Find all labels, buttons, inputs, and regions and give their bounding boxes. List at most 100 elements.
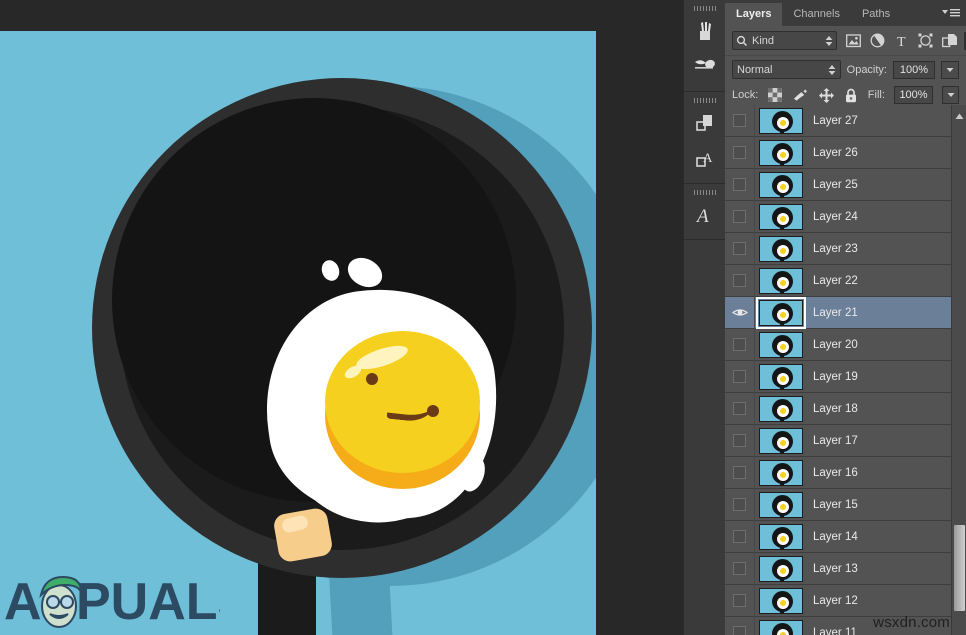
layer-row[interactable]: Layer 20: [725, 329, 966, 361]
dock-grip[interactable]: [684, 4, 725, 13]
filter-kind-select[interactable]: Kind: [732, 31, 837, 50]
layer-thumbnail-cell[interactable]: [755, 428, 807, 454]
layer-visibility-toggle[interactable]: [725, 393, 755, 425]
layer-name[interactable]: Layer 19: [807, 371, 858, 383]
layer-name[interactable]: Layer 22: [807, 275, 858, 287]
layer-thumbnail-cell[interactable]: [755, 620, 807, 635]
blend-mode-select[interactable]: Normal: [732, 60, 841, 79]
adjustment-filter-icon[interactable]: [869, 32, 886, 49]
layer-name[interactable]: Layer 27: [807, 115, 858, 127]
smart-object-filter-icon[interactable]: [941, 32, 958, 49]
layer-thumbnail[interactable]: [759, 364, 803, 390]
layer-row[interactable]: Layer 14: [725, 521, 966, 553]
dock-grip[interactable]: [684, 188, 725, 197]
tab-paths[interactable]: Paths: [851, 3, 901, 26]
layer-name[interactable]: Layer 24: [807, 211, 858, 223]
scroll-up-arrow-icon[interactable]: [955, 107, 964, 125]
layer-name[interactable]: Layer 21: [807, 307, 858, 319]
panel-menu-icon[interactable]: [939, 5, 961, 21]
layer-name[interactable]: Layer 18: [807, 403, 858, 415]
layer-thumbnail[interactable]: [759, 492, 803, 518]
layer-thumbnail-cell[interactable]: [755, 492, 807, 518]
layer-thumbnail[interactable]: [759, 236, 803, 262]
lock-transparent-pixels-icon[interactable]: [767, 87, 783, 104]
layer-thumbnail-cell[interactable]: [755, 300, 807, 326]
layer-name[interactable]: Layer 20: [807, 339, 858, 351]
layer-row[interactable]: Layer 18: [725, 393, 966, 425]
layer-row[interactable]: Layer 26: [725, 137, 966, 169]
layer-thumbnail-cell[interactable]: [755, 524, 807, 550]
shape-filter-icon[interactable]: [917, 32, 934, 49]
layer-row[interactable]: Layer 13: [725, 553, 966, 585]
tab-channels[interactable]: Channels: [782, 3, 850, 26]
layer-name[interactable]: Layer 13: [807, 563, 858, 575]
brush-panel-icon[interactable]: [684, 13, 726, 49]
type-filter-icon[interactable]: T: [893, 32, 910, 49]
layer-thumbnail[interactable]: [759, 396, 803, 422]
layer-row[interactable]: Layer 19: [725, 361, 966, 393]
layer-thumbnail[interactable]: [759, 428, 803, 454]
fill-input[interactable]: 100%: [894, 86, 933, 104]
scrollbar-thumb[interactable]: [954, 525, 965, 611]
layer-thumbnail[interactable]: [759, 460, 803, 486]
layer-thumbnail[interactable]: [759, 524, 803, 550]
layer-visibility-toggle[interactable]: [725, 137, 755, 169]
layer-thumbnail-cell[interactable]: [755, 364, 807, 390]
layer-thumbnail-cell[interactable]: [755, 332, 807, 358]
layer-visibility-toggle[interactable]: [725, 553, 755, 585]
layer-row[interactable]: Layer 23: [725, 233, 966, 265]
layer-thumbnail-cell[interactable]: [755, 172, 807, 198]
layer-visibility-toggle[interactable]: [725, 233, 755, 265]
layer-thumbnail[interactable]: [759, 140, 803, 166]
layer-thumbnail[interactable]: [759, 332, 803, 358]
layer-visibility-toggle[interactable]: [725, 489, 755, 521]
layer-thumbnail-cell[interactable]: [755, 268, 807, 294]
layer-thumbnail-cell[interactable]: [755, 108, 807, 134]
layer-thumbnail[interactable]: [759, 300, 803, 326]
layer-thumbnail[interactable]: [759, 204, 803, 230]
layer-name[interactable]: Layer 16: [807, 467, 858, 479]
layer-list-scrollbar[interactable]: [951, 105, 966, 635]
layer-visibility-toggle[interactable]: [725, 521, 755, 553]
layer-thumbnail-cell[interactable]: [755, 556, 807, 582]
fill-dropdown-button[interactable]: [942, 86, 959, 104]
layer-name[interactable]: Layer 25: [807, 179, 858, 191]
layer-row[interactable]: Layer 15: [725, 489, 966, 521]
layer-row[interactable]: Layer 25: [725, 169, 966, 201]
lock-all-icon[interactable]: [843, 87, 859, 104]
layer-thumbnail[interactable]: [759, 556, 803, 582]
layer-visibility-toggle[interactable]: [725, 585, 755, 617]
paragraph-styles-icon[interactable]: A: [684, 141, 726, 177]
layer-row[interactable]: Layer 27: [725, 105, 966, 137]
layer-visibility-toggle[interactable]: [725, 201, 755, 233]
layer-visibility-toggle[interactable]: [725, 425, 755, 457]
layer-name[interactable]: Layer 14: [807, 531, 858, 543]
tab-layers[interactable]: Layers: [725, 3, 782, 26]
layer-row[interactable]: Layer 24: [725, 201, 966, 233]
layer-row[interactable]: Layer 22: [725, 265, 966, 297]
dock-grip[interactable]: [684, 96, 725, 105]
pixel-filter-icon[interactable]: [845, 32, 862, 49]
layer-name[interactable]: Layer 11: [807, 627, 857, 635]
layer-visibility-toggle[interactable]: [725, 361, 755, 393]
lock-image-pixels-icon[interactable]: [792, 87, 809, 104]
layer-list[interactable]: Layer 27 Layer 26 Layer 25 Layer 24 Layer 23…: [725, 105, 966, 635]
layer-visibility-toggle[interactable]: [725, 169, 755, 201]
layer-row[interactable]: Layer 17: [725, 425, 966, 457]
layer-thumbnail-cell[interactable]: [755, 588, 807, 614]
layer-row[interactable]: Layer 16: [725, 457, 966, 489]
layer-name[interactable]: Layer 12: [807, 595, 858, 607]
layer-visibility-toggle[interactable]: [725, 265, 755, 297]
layer-name[interactable]: Layer 15: [807, 499, 858, 511]
layer-comps-icon[interactable]: [684, 105, 726, 141]
layer-thumbnail-cell[interactable]: [755, 140, 807, 166]
layer-visibility-toggle[interactable]: [725, 457, 755, 489]
layer-row[interactable]: Layer 21: [725, 297, 966, 329]
opacity-input[interactable]: 100%: [893, 61, 935, 79]
layer-row[interactable]: Layer 12: [725, 585, 966, 617]
layer-thumbnail-cell[interactable]: [755, 236, 807, 262]
character-icon[interactable]: A: [684, 197, 726, 233]
lock-position-icon[interactable]: [818, 87, 834, 104]
layer-name[interactable]: Layer 17: [807, 435, 858, 447]
layer-visibility-toggle[interactable]: [725, 329, 755, 361]
